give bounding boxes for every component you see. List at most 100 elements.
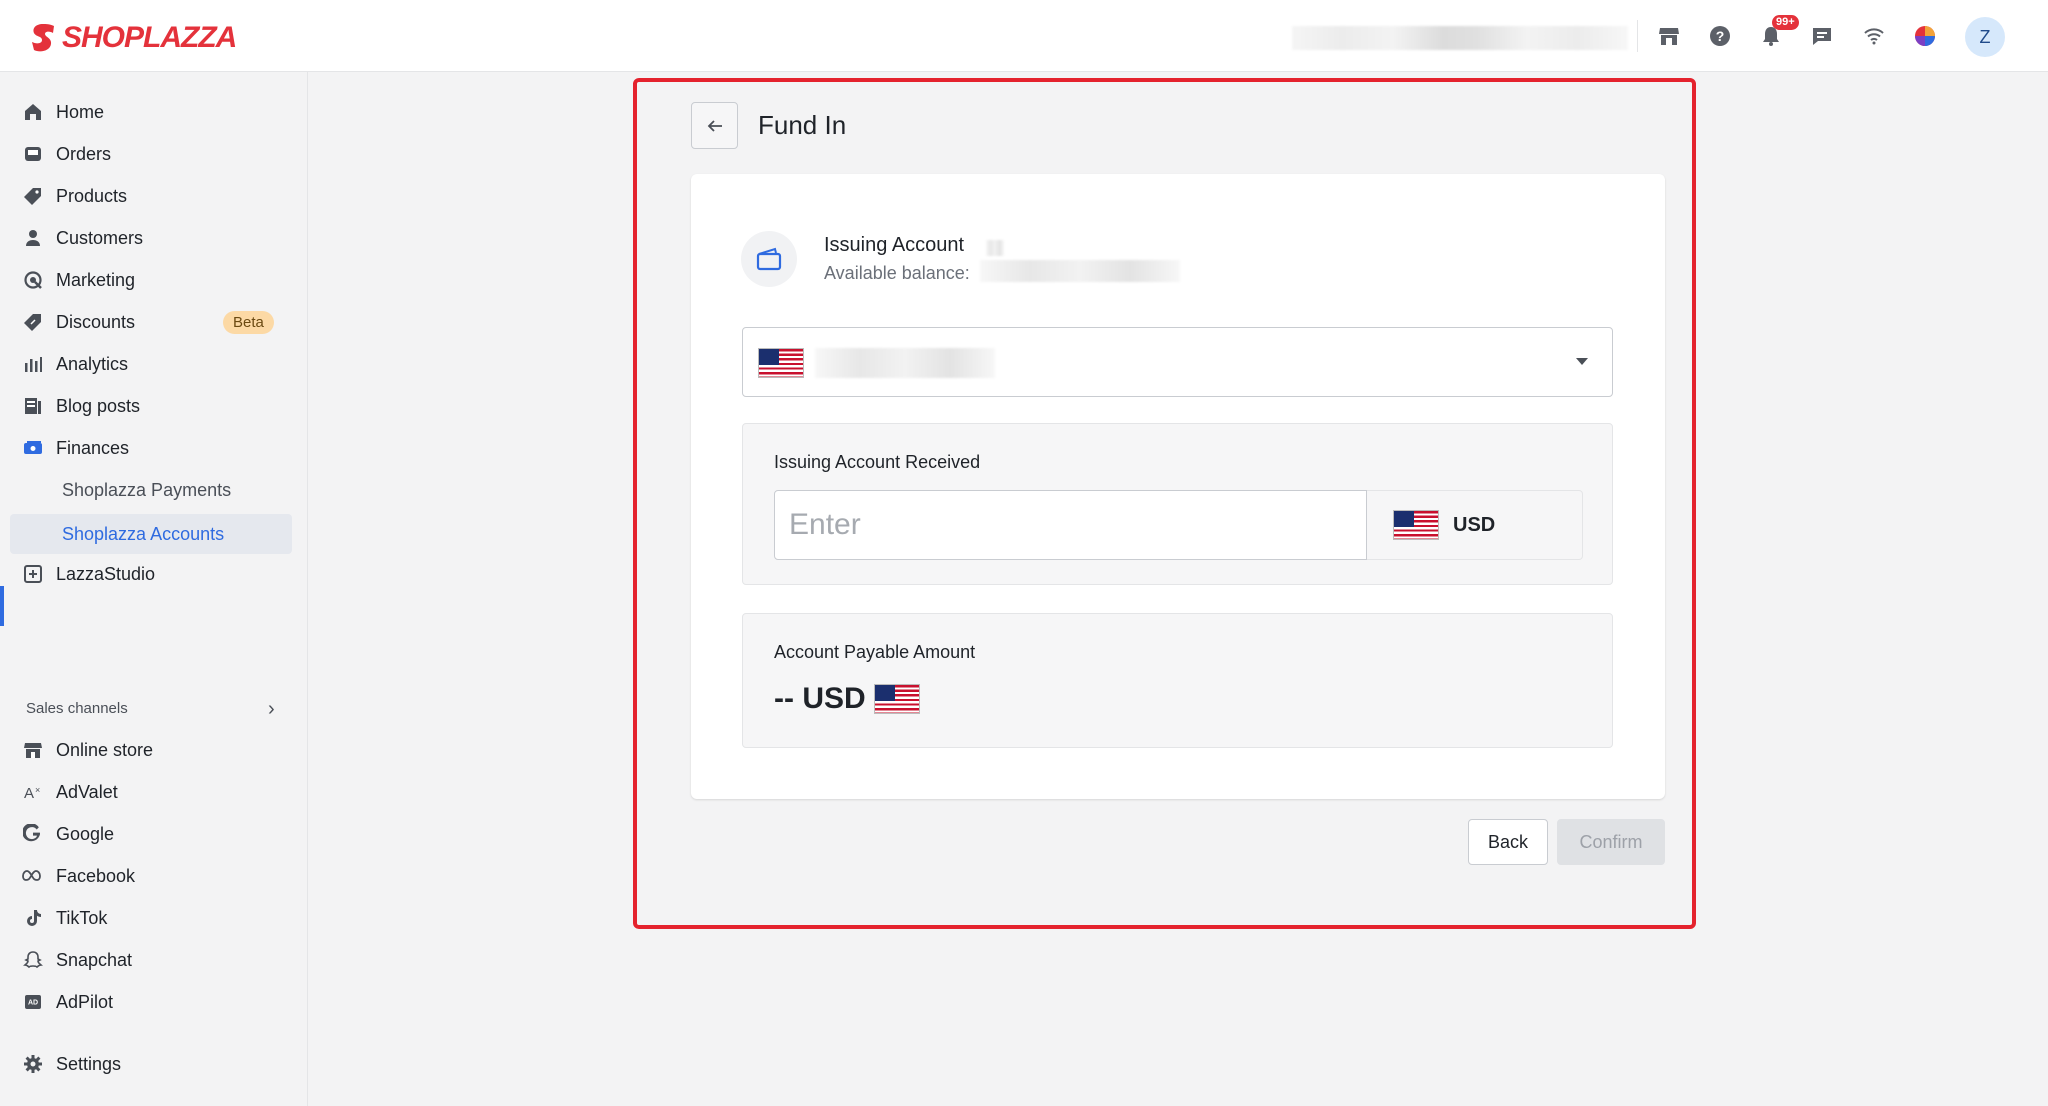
redacted-store-name (1292, 26, 1628, 50)
sidebar: Home Orders Products Customers Marketing… (0, 72, 308, 1106)
back-arrow-button[interactable] (691, 102, 738, 149)
sidebar-item-label: TikTok (56, 907, 108, 928)
sidebar-item-orders[interactable]: Orders (0, 134, 300, 174)
redacted-account-name (815, 348, 995, 378)
document-icon (22, 395, 44, 417)
sidebar-item-label: Shoplazza Payments (62, 479, 232, 500)
sidebar-item-label: Analytics (56, 353, 129, 374)
sidebar-item-label: Finances (56, 437, 130, 458)
sidebar-item-lazzastudio[interactable]: LazzaStudio (0, 554, 300, 594)
sidebar-item-label: Online store (56, 739, 154, 760)
redacted-balance (980, 260, 1180, 282)
sidebar-item-facebook[interactable]: Facebook (0, 856, 300, 896)
sidebar-item-home[interactable]: Home (0, 92, 300, 132)
sidebar-item-label: Discounts (56, 311, 136, 332)
amount-input[interactable] (774, 490, 1367, 560)
us-flag-icon (1393, 510, 1439, 540)
payable-value: -- USD (774, 682, 866, 715)
sidebar-item-settings[interactable]: Settings (0, 1044, 300, 1084)
sidebar-item-marketing[interactable]: Marketing (0, 260, 300, 300)
adpilot-icon: AD (22, 991, 44, 1013)
sidebar-item-products[interactable]: Products (0, 176, 300, 216)
sidebar-item-google[interactable]: Google (0, 814, 300, 854)
sidebar-item-snapchat[interactable]: Snapchat (0, 940, 300, 980)
payable-label: Account Payable Amount (774, 642, 976, 662)
tiktok-icon (22, 907, 44, 929)
chevron-right-icon[interactable]: › (268, 698, 275, 721)
received-label: Issuing Account Received (774, 452, 981, 472)
snapchat-icon (22, 949, 44, 971)
redacted-account-id (986, 240, 1004, 256)
sidebar-item-label: AdPilot (56, 991, 114, 1012)
account-select[interactable] (742, 327, 1613, 397)
sidebar-item-shoplazza-accounts[interactable]: Shoplazza Accounts (10, 514, 292, 554)
svg-text:A: A (24, 785, 34, 802)
home-icon (22, 101, 44, 123)
help-icon[interactable]: ? (1706, 22, 1734, 50)
wifi-icon[interactable] (1860, 22, 1888, 50)
discount-tag-icon (22, 311, 44, 333)
chat-icon[interactable] (1808, 22, 1836, 50)
advalet-icon: A × (22, 781, 44, 803)
sidebar-item-tiktok[interactable]: TikTok (0, 898, 300, 938)
sidebar-item-discounts[interactable]: Discounts Beta (0, 302, 300, 342)
currency-display: USD (1367, 490, 1583, 560)
sidebar-item-analytics[interactable]: Analytics (0, 344, 300, 384)
notification-badge: 99+ (1772, 15, 1799, 30)
store-icon (22, 739, 44, 761)
topbar-divider (1637, 20, 1638, 52)
shoplazza-logo[interactable]: SHOPLAZZA (28, 18, 237, 58)
target-icon (22, 269, 44, 291)
beta-badge: Beta (223, 310, 274, 334)
currency-code: USD (1453, 513, 1496, 536)
payable-panel: Account Payable Amount -- USD (742, 613, 1613, 748)
sidebar-item-shoplazza-payments[interactable]: Shoplazza Payments (0, 470, 300, 510)
sidebar-item-label: Blog posts (56, 395, 141, 416)
svg-text:?: ? (1716, 28, 1725, 44)
bar-chart-icon (22, 353, 44, 375)
svg-text:AD: AD (28, 1000, 38, 1007)
finance-icon (22, 437, 44, 459)
sidebar-item-label: Google (56, 823, 115, 844)
back-button[interactable]: Back (1468, 819, 1548, 865)
page-title: Fund In (758, 110, 847, 140)
sidebar-item-label: LazzaStudio (56, 563, 156, 584)
sidebar-item-online-store[interactable]: Online store (0, 730, 300, 770)
sidebar-item-advalet[interactable]: A × AdValet (0, 772, 300, 812)
us-flag-icon (758, 348, 804, 378)
google-icon (22, 823, 44, 845)
sales-channels-title: Sales channels (26, 700, 128, 717)
issuing-account-title: Issuing Account (824, 234, 965, 256)
app-switcher-icon[interactable] (1911, 22, 1939, 50)
sidebar-item-label: AdValet (56, 781, 118, 802)
sidebar-item-label: Products (56, 185, 128, 206)
sidebar-item-label: Shoplazza Accounts (62, 523, 225, 544)
us-flag-icon (873, 684, 920, 714)
sidebar-item-adpilot[interactable]: AD AdPilot (0, 982, 300, 1022)
received-panel: Issuing Account Received USD (742, 423, 1613, 585)
sidebar-item-label: Marketing (56, 269, 136, 290)
wallet-icon (741, 231, 797, 287)
sidebar-item-label: Facebook (56, 865, 136, 886)
store-icon[interactable] (1655, 22, 1683, 50)
inbox-icon (22, 143, 44, 165)
caret-down-icon (1576, 358, 1588, 365)
user-avatar[interactable]: Z (1965, 17, 2005, 57)
sidebar-item-customers[interactable]: Customers (0, 218, 300, 258)
arrow-left-icon (707, 119, 722, 132)
brand-name: SHOPLAZZA (62, 21, 237, 54)
gear-icon (22, 1053, 44, 1075)
sidebar-item-label: Home (56, 101, 105, 122)
sidebar-item-finances[interactable]: Finances (0, 428, 300, 468)
sidebar-item-label: Snapchat (56, 949, 133, 970)
sidebar-item-label: Orders (56, 143, 112, 164)
svg-text:×: × (35, 785, 40, 795)
confirm-button[interactable]: Confirm (1557, 819, 1665, 865)
top-bar: SHOPLAZZA ? 99+ Z (0, 0, 2048, 72)
sidebar-item-label: Customers (56, 227, 144, 248)
sidebar-item-label: Settings (56, 1053, 122, 1074)
sidebar-item-blog-posts[interactable]: Blog posts (0, 386, 300, 426)
image-edit-icon (22, 563, 44, 585)
person-icon (22, 227, 44, 249)
tag-icon (22, 185, 44, 207)
